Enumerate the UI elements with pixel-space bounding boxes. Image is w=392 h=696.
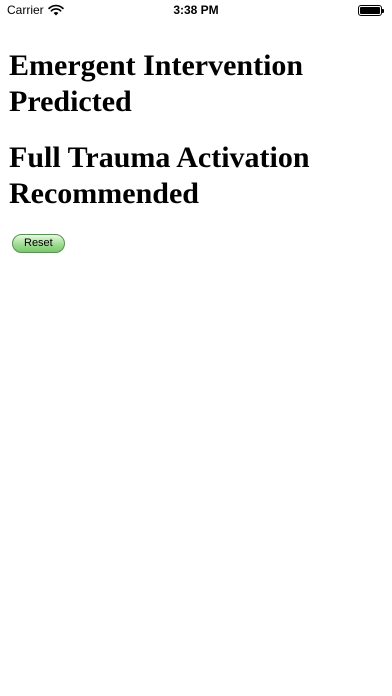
result-heading: Emergent Intervention Predicted xyxy=(9,49,304,118)
reset-button[interactable]: Reset xyxy=(12,234,65,253)
status-time: 3:38 PM xyxy=(173,3,219,17)
main-content: Emergent Intervention Predicted Full Tra… xyxy=(9,48,385,253)
status-bar: Carrier 3:38 PM xyxy=(0,0,392,22)
recommendation-heading: Full Trauma Activation Recommended xyxy=(9,141,310,210)
battery-full-icon xyxy=(358,5,384,16)
